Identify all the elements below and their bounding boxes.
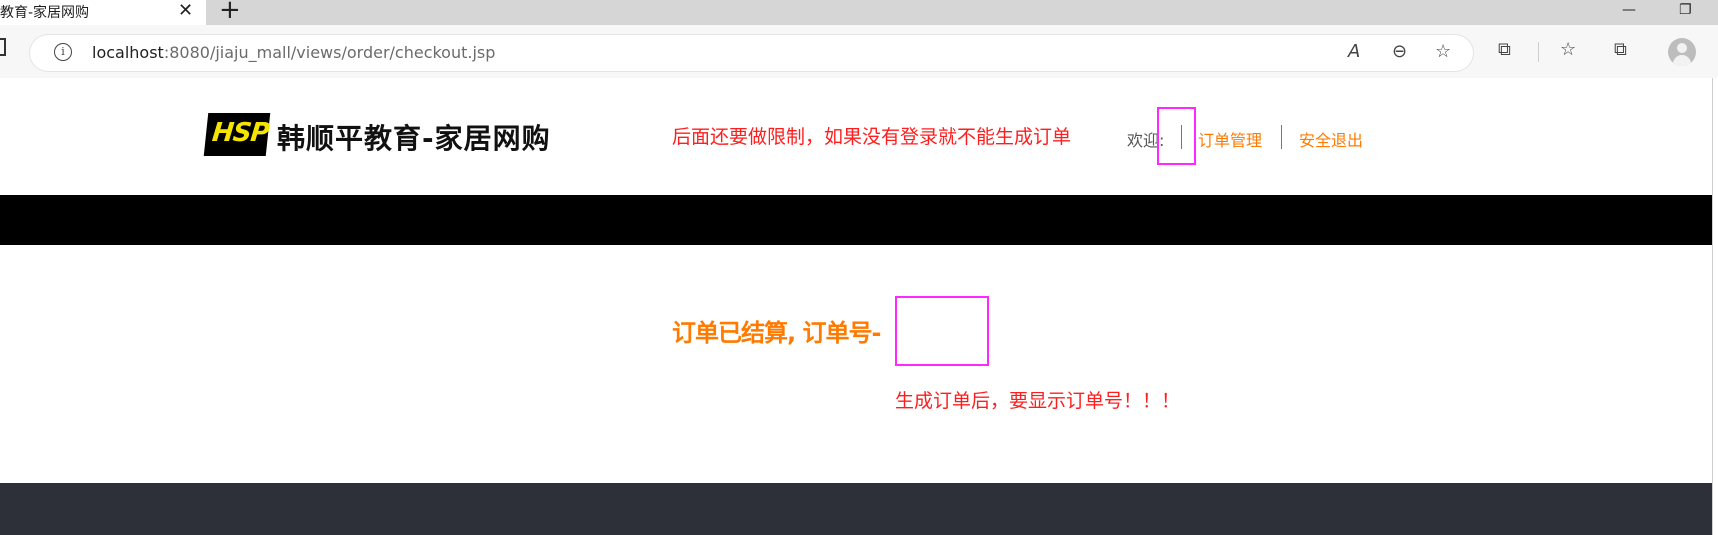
logout-link[interactable]: 安全退出	[1299, 127, 1363, 151]
page-edge	[1712, 78, 1713, 535]
url-text[interactable]: localhost:8080/jiaju_mall/views/order/ch…	[92, 43, 495, 62]
browser-tab[interactable]: 教育-家居网购 ✕	[0, 0, 206, 25]
url-host: localhost	[92, 43, 164, 62]
address-bar[interactable]: i localhost:8080/jiaju_mall/views/order/…	[30, 35, 1473, 71]
order-number-highlight-box	[895, 296, 989, 366]
url-path: :8080/jiaju_mall/views/order/checkout.js…	[163, 43, 496, 62]
site-info-icon[interactable]: i	[54, 43, 72, 61]
nav-bar	[0, 195, 1712, 245]
page-footer	[0, 483, 1712, 535]
site-logo-text[interactable]: 韩顺平教育-家居网购	[277, 117, 551, 157]
annotation-order-number-note: 生成订单后，要显示订单号！！！	[895, 390, 1181, 412]
tab-title: 教育-家居网购	[0, 5, 90, 21]
zoom-out-icon[interactable]: ⊖	[1392, 41, 1407, 63]
browser-toolbar: i localhost:8080/jiaju_mall/views/order/…	[0, 25, 1718, 78]
nav-divider	[1281, 125, 1282, 149]
logo-badge-text: HSP	[210, 118, 271, 148]
read-aloud-icon[interactable]: A	[1348, 41, 1360, 63]
minimize-icon[interactable]: —	[1622, 0, 1636, 20]
favorites-icon[interactable]: ☆	[1560, 39, 1576, 61]
home-icon[interactable]	[0, 38, 6, 56]
nav-divider	[1181, 125, 1182, 149]
toolbar-divider	[1538, 42, 1539, 62]
order-management-link[interactable]: 订单管理	[1198, 127, 1262, 151]
new-tab-icon[interactable]: +	[219, 0, 241, 23]
annotation-login-note: 后面还要做限制，如果没有登录就不能生成订单	[672, 126, 1072, 148]
restore-icon[interactable]: ❐	[1679, 0, 1692, 20]
extensions-icon[interactable]: ⧉	[1498, 39, 1511, 61]
tab-strip: 教育-家居网购 ✕ + — ❐	[0, 0, 1718, 25]
logo-badge[interactable]: HSP	[203, 113, 271, 156]
order-settled-message: 订单已结算, 订单号-	[672, 319, 881, 347]
add-favorite-icon[interactable]: ☆	[1435, 41, 1451, 63]
profile-avatar[interactable]	[1668, 38, 1696, 66]
collections-icon[interactable]: ⧉	[1614, 39, 1627, 61]
username-highlight-box	[1157, 107, 1196, 165]
close-tab-icon[interactable]: ✕	[178, 0, 193, 22]
